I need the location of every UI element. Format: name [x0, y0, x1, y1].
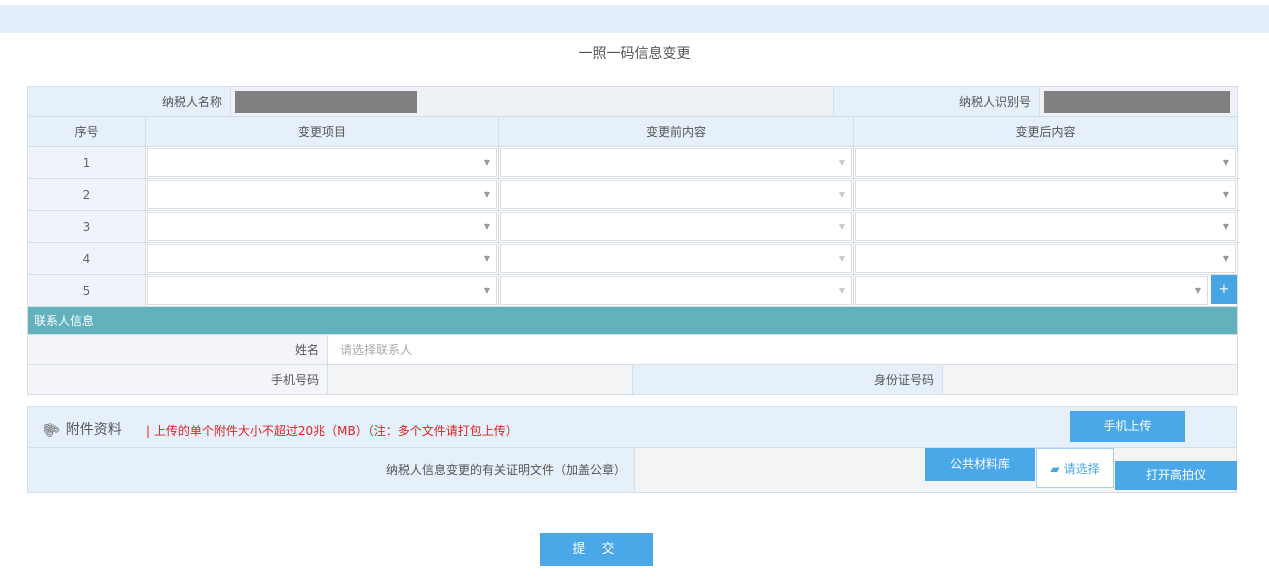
- proof-label: 纳税人信息变更的有关证明文件（加盖公章）: [28, 448, 634, 492]
- phone-label: 手机号码: [27, 364, 328, 395]
- chevron-down-icon: ▼: [838, 286, 845, 295]
- change-item-select[interactable]: ▼: [147, 148, 497, 177]
- proof-file-field[interactable]: [634, 448, 923, 492]
- chevron-down-icon: ▼: [483, 190, 490, 199]
- after-content-select[interactable]: ▼: [855, 148, 1236, 177]
- after-content-select[interactable]: ▼: [855, 276, 1208, 305]
- col-header-index: 序号: [27, 116, 146, 147]
- choose-file-button[interactable]: ▰ 请选择: [1036, 448, 1114, 488]
- cell: ▼: [853, 178, 1238, 211]
- attachment-size-note: | 上传的单个附件大小不超过20兆（MB）（注：多个文件请打包上传）: [146, 424, 518, 438]
- taxpayer-id-value: [1039, 86, 1239, 117]
- row-index: 5: [27, 274, 146, 307]
- contact-name-input[interactable]: 请选择联系人: [326, 334, 1239, 365]
- paperclip-icon: 🖇: [38, 418, 63, 442]
- chevron-down-icon: ▼: [483, 158, 490, 167]
- masked-value: [235, 90, 418, 113]
- chevron-down-icon: ▼: [838, 190, 845, 199]
- chevron-down-icon: ▼: [1222, 254, 1229, 263]
- cell: ▼: [498, 178, 854, 211]
- row-index: 1: [27, 146, 146, 179]
- before-content-select[interactable]: ▼: [500, 212, 852, 241]
- change-item-select[interactable]: ▼: [147, 212, 497, 241]
- cell: ▼: [145, 242, 499, 275]
- change-item-select[interactable]: ▼: [147, 244, 497, 273]
- row-index: 4: [27, 242, 146, 275]
- idcard-field[interactable]: [941, 364, 1239, 395]
- cell: ▼: [498, 242, 854, 275]
- table-row: 2 ▼ ▼ ▼: [27, 178, 1238, 211]
- masked-value: [1044, 90, 1231, 113]
- folder-icon: ▰: [1050, 462, 1060, 476]
- change-form: 纳税人名称 纳税人识别号 序号 变更项目 变更前内容 变更后内容 1 ▼ ▼ ▼…: [26, 86, 1239, 395]
- row-index: 2: [27, 178, 146, 211]
- chevron-down-icon: ▼: [483, 254, 490, 263]
- before-content-select[interactable]: ▼: [500, 276, 852, 305]
- cell: ▼: [145, 210, 499, 243]
- chevron-down-icon: ▼: [838, 158, 845, 167]
- after-content-select[interactable]: ▼: [855, 212, 1236, 241]
- cell: ▼: [498, 274, 854, 307]
- before-content-select[interactable]: ▼: [500, 180, 852, 209]
- chevron-down-icon: ▼: [1222, 190, 1229, 199]
- taxpayer-name-value: [230, 86, 835, 117]
- row-index: 3: [27, 210, 146, 243]
- before-content-select[interactable]: ▼: [500, 244, 852, 273]
- chevron-down-icon: ▼: [1222, 222, 1229, 231]
- public-library-button[interactable]: 公共材料库: [925, 448, 1035, 481]
- col-header-before: 变更前内容: [498, 116, 854, 147]
- col-header-item: 变更项目: [145, 116, 499, 147]
- mobile-upload-button[interactable]: 手机上传: [1070, 411, 1185, 442]
- chevron-down-icon: ▼: [483, 286, 490, 295]
- table-row: 3 ▼ ▼ ▼: [27, 210, 1238, 243]
- attachments-header: 🖇 附件资料 | 上传的单个附件大小不超过20兆（MB）（注：多个文件请打包上传）…: [27, 406, 1237, 448]
- contact-name-label: 姓名: [27, 334, 328, 365]
- idcard-label: 身份证号码: [632, 364, 943, 395]
- table-row: 1 ▼ ▼ ▼: [27, 146, 1238, 179]
- table-row: 5 ▼ ▼ ▼ +: [27, 274, 1238, 307]
- page-title: 一照一码信息变更: [578, 46, 691, 62]
- after-content-select[interactable]: ▼: [855, 244, 1236, 273]
- chevron-down-icon: ▼: [483, 222, 490, 231]
- cell: ▼: [853, 242, 1238, 275]
- cell: ▼: [853, 146, 1238, 179]
- attachments-title: 附件资料: [65, 422, 122, 438]
- cell: ▼: [498, 210, 854, 243]
- choose-file-label: 请选择: [1063, 462, 1100, 476]
- change-item-select[interactable]: ▼: [147, 276, 497, 305]
- attachments-section: 🖇 附件资料 | 上传的单个附件大小不超过20兆（MB）（注：多个文件请打包上传）…: [27, 406, 1237, 493]
- cell: ▼: [498, 146, 854, 179]
- chevron-down-icon: ▼: [1194, 286, 1201, 295]
- top-bar: [0, 5, 1269, 33]
- before-content-select[interactable]: ▼: [500, 148, 852, 177]
- taxpayer-id-label: 纳税人识别号: [833, 86, 1041, 117]
- after-content-select[interactable]: ▼: [855, 180, 1236, 209]
- phone-field[interactable]: [327, 364, 633, 395]
- chevron-down-icon: ▼: [1222, 158, 1229, 167]
- add-row-button[interactable]: +: [1211, 275, 1237, 304]
- chevron-down-icon: ▼: [838, 222, 845, 231]
- open-scanner-button[interactable]: 打开高拍仪: [1115, 461, 1237, 490]
- col-header-after: 变更后内容: [853, 116, 1238, 147]
- attachments-title-wrap: 🖇 附件资料: [38, 418, 122, 442]
- contact-section-title: 联系人信息: [27, 306, 1238, 335]
- table-row: 4 ▼ ▼ ▼: [27, 242, 1238, 275]
- chevron-down-icon: ▼: [838, 254, 845, 263]
- cell: ▼: [853, 210, 1238, 243]
- cell: ▼ +: [853, 274, 1238, 307]
- cell: ▼: [145, 178, 499, 211]
- proof-row: 纳税人信息变更的有关证明文件（加盖公章） 公共材料库 ▰ 请选择 打开高拍仪: [27, 448, 1237, 493]
- taxpayer-name-label: 纳税人名称: [26, 86, 232, 117]
- cell: ▼: [145, 146, 499, 179]
- cell: ▼: [145, 274, 499, 307]
- change-item-select[interactable]: ▼: [147, 180, 497, 209]
- submit-button[interactable]: 提 交: [540, 533, 653, 566]
